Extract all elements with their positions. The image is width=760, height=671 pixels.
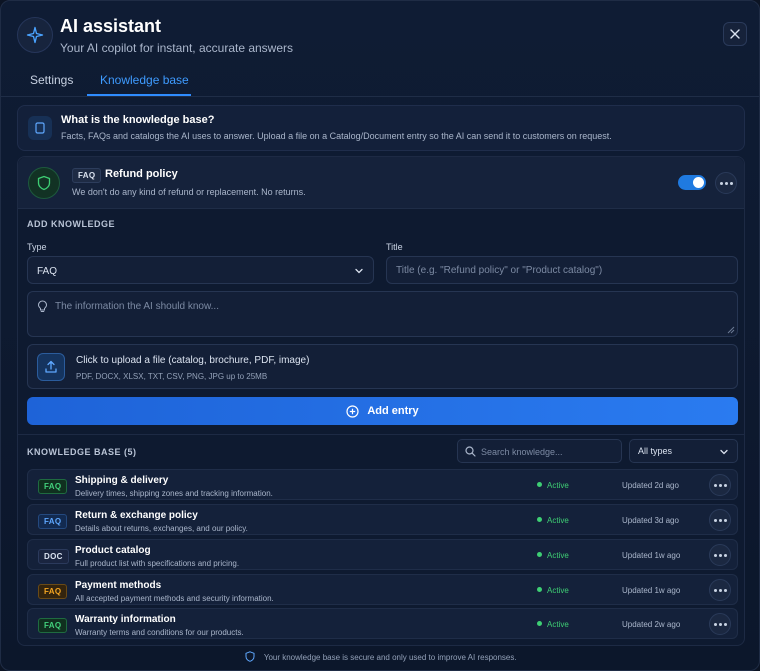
entry-description: Details about returns, exchanges, and ou… [75, 524, 248, 533]
table-row[interactable]: FAQ Warranty information Warranty terms an… [27, 608, 738, 639]
more-options-button[interactable] [709, 509, 731, 531]
security-footer: Your knowledge base is secure and only u… [1, 647, 759, 662]
entry-type-badge: FAQ [38, 584, 68, 599]
modal-subtitle: Your AI copilot for instant, accurate an… [60, 41, 294, 55]
table-row[interactable]: FAQ Payment methods All accepted payment m… [27, 574, 738, 605]
entry-type-badge: FAQ [38, 514, 68, 529]
info-text: Facts, FAQs and catalogs the AI uses to … [61, 131, 612, 141]
more-options-button[interactable] [709, 544, 731, 566]
close-button[interactable] [723, 22, 747, 46]
entry-description: We don't do any kind of refund or replac… [72, 187, 306, 197]
tab-settings[interactable]: Settings [30, 73, 73, 87]
updated-time: Updated 1w ago [622, 586, 681, 595]
info-title: What is the knowledge base? [61, 114, 215, 126]
plus-circle-icon [346, 404, 359, 418]
shield-icon [245, 651, 255, 662]
entry-description: Warranty terms and conditions for our pr… [75, 628, 244, 637]
chevron-down-icon [355, 268, 363, 274]
entry-enabled-toggle[interactable] [678, 175, 706, 190]
status-badge: Active [537, 516, 569, 525]
status-badge: Active [537, 551, 569, 560]
resize-handle-icon[interactable] [727, 326, 735, 334]
entry-description: All accepted payment methods and securit… [75, 594, 274, 603]
footer-text: Your knowledge base is secure and only u… [263, 653, 517, 662]
entry-type-badge: FAQ [72, 168, 102, 183]
entry-type-badge: FAQ [38, 479, 68, 494]
information-input[interactable] [55, 298, 725, 314]
tab-bar: Settings Knowledge base [1, 65, 759, 97]
entry-type-badge: DOC [38, 549, 69, 564]
entry-type-badge: FAQ [38, 618, 68, 633]
updated-time: Updated 2d ago [622, 481, 679, 490]
status-text: Active [547, 516, 569, 525]
entry-title: Product catalog [75, 545, 151, 556]
status-dot [537, 482, 542, 487]
updated-time: Updated 1w ago [622, 551, 681, 560]
more-options-button[interactable] [709, 613, 731, 635]
close-icon [730, 29, 740, 39]
status-text: Active [547, 481, 569, 490]
refund-policy-entry[interactable]: FAQ Refund policy We don't do any kind o… [18, 157, 744, 209]
expanded-entry-panel: FAQ Refund policy We don't do any kind o… [17, 156, 745, 646]
document-icon [28, 116, 52, 140]
type-label: Type [27, 242, 47, 252]
active-tab-indicator [87, 94, 191, 96]
status-text: Active [547, 551, 569, 560]
entry-title: Warranty information [75, 614, 176, 625]
lightbulb-icon [37, 300, 48, 312]
type-filter-select[interactable]: All types [629, 439, 738, 463]
status-dot [537, 517, 542, 522]
add-entry-label: Add entry [367, 405, 419, 417]
status-dot [537, 552, 542, 557]
information-textarea[interactable] [27, 291, 738, 337]
upload-title: Click to upload a file (catalog, brochur… [76, 355, 310, 366]
title-input[interactable] [386, 256, 738, 284]
upload-icon [37, 353, 65, 381]
add-knowledge-heading: ADD KNOWLEDGE [27, 219, 115, 229]
knowledge-search[interactable] [457, 439, 622, 463]
file-upload-area[interactable]: Click to upload a file (catalog, brochur… [27, 344, 738, 389]
table-row[interactable]: DOC Product catalog Full product list with… [27, 539, 738, 570]
ai-assistant-modal: AI assistant Your AI copilot for instant… [0, 0, 760, 671]
section-divider [18, 434, 744, 435]
updated-time: Updated 3d ago [622, 516, 679, 525]
status-badge: Active [537, 620, 569, 629]
status-badge: Active [537, 586, 569, 595]
add-entry-button[interactable]: Add entry [27, 397, 738, 425]
status-text: Active [547, 586, 569, 595]
type-select[interactable]: FAQ [27, 256, 374, 284]
status-badge: Active [537, 481, 569, 490]
entry-title: Shipping & delivery [75, 475, 169, 486]
more-options-button[interactable] [709, 579, 731, 601]
more-options-button[interactable] [715, 172, 737, 194]
status-dot [537, 621, 542, 626]
updated-time: Updated 2w ago [622, 620, 681, 629]
tab-knowledge-base[interactable]: Knowledge base [100, 73, 189, 87]
type-select-value: FAQ [37, 266, 58, 277]
entry-title: Return & exchange policy [75, 510, 198, 521]
type-filter-value: All types [638, 446, 673, 456]
status-dot [537, 587, 542, 592]
entry-description: Delivery times, shipping zones and track… [75, 489, 273, 498]
knowledge-base-heading: KNOWLEDGE BASE (5) [27, 447, 137, 457]
title-label: Title [386, 242, 403, 252]
more-options-button[interactable] [709, 474, 731, 496]
knowledge-base-info-card: What is the knowledge base? Facts, FAQs … [17, 105, 745, 151]
search-icon [465, 446, 476, 457]
status-text: Active [547, 620, 569, 629]
search-input[interactable] [481, 444, 616, 459]
entry-title: Refund policy [105, 168, 178, 180]
entry-title: Payment methods [75, 580, 162, 591]
sparkle-icon [17, 17, 53, 53]
shield-icon [28, 167, 60, 199]
chevron-down-icon [720, 449, 728, 455]
table-row[interactable]: FAQ Shipping & delivery Delivery times, sh… [27, 469, 738, 500]
entry-description: Full product list with specifications an… [75, 559, 240, 568]
table-row[interactable]: FAQ Return & exchange policy Details about… [27, 504, 738, 535]
upload-formats: PDF, DOCX, XLSX, TXT, CSV, PNG, JPG up t… [76, 372, 268, 381]
modal-title: AI assistant [60, 16, 162, 36]
